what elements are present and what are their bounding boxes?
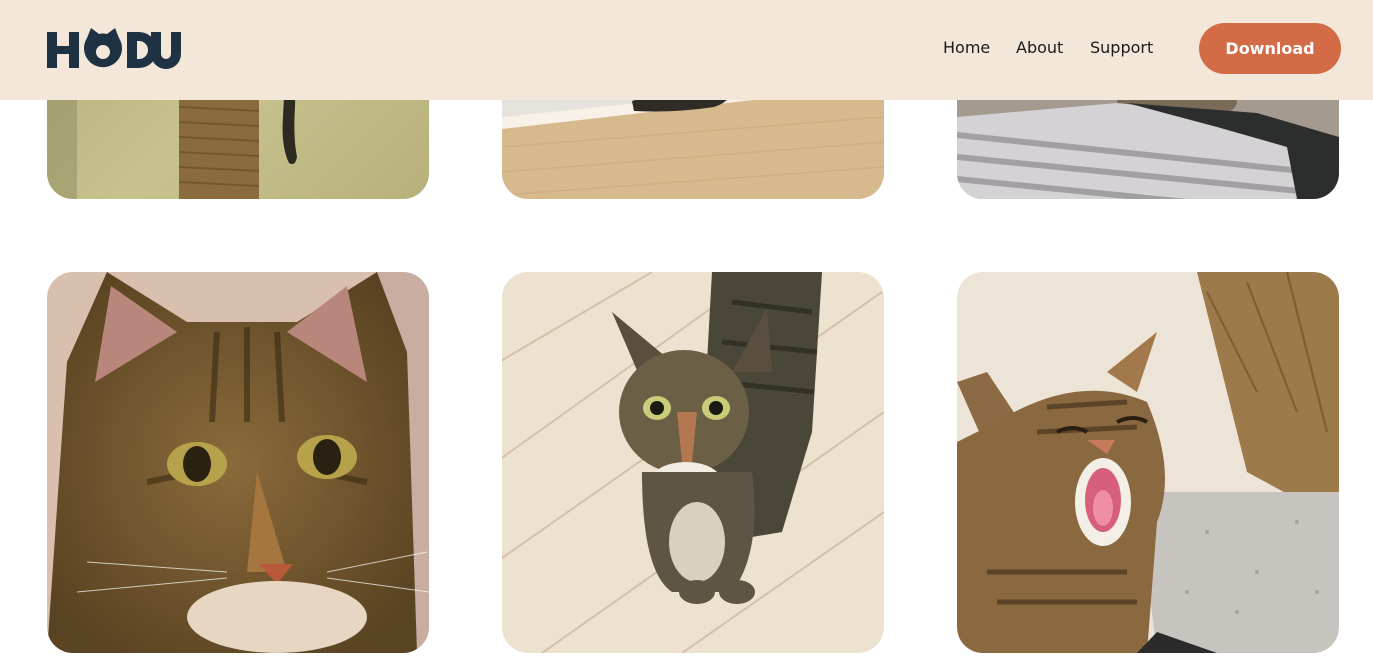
cat-ear-logo-icon (47, 28, 181, 69)
cat-yawning-in-sun-photo (957, 272, 1339, 653)
hodu-logo[interactable] (47, 26, 181, 72)
nav-about-link[interactable]: About (1016, 38, 1063, 57)
gallery-photo-yawning[interactable] (957, 272, 1339, 653)
cat-closeup-face-photo (47, 272, 429, 653)
gallery-photo-closeup[interactable] (47, 272, 429, 653)
page: Home About Support Download (0, 0, 1373, 658)
cat-looking-up-photo (502, 272, 884, 653)
nav-support-link[interactable]: Support (1090, 38, 1153, 57)
gallery-photo-looking-up[interactable] (502, 272, 884, 653)
site-header: Home About Support Download (0, 0, 1373, 100)
nav-home-link[interactable]: Home (943, 38, 990, 57)
download-button[interactable]: Download (1199, 23, 1341, 74)
